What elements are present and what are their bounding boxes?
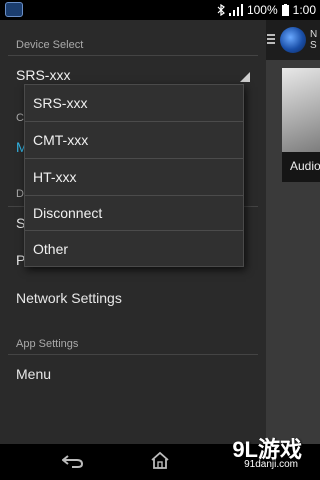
watermark-url: 91danji.com — [244, 459, 298, 470]
section-header-partial: C — [16, 112, 24, 124]
dropdown-option-cmt[interactable]: CMT-xxx — [25, 122, 243, 158]
main-content: N S Audio — [266, 20, 320, 444]
status-bar: 100% 1:00 — [0, 0, 320, 20]
dropdown-option-srs[interactable]: SRS-xxx — [25, 85, 243, 121]
battery-level: 100% — [246, 3, 278, 17]
app-settings-header: App Settings — [16, 338, 79, 350]
bluetooth-icon — [217, 4, 225, 16]
hamburger-icon[interactable] — [267, 32, 275, 46]
device-select-header: Device Select — [16, 39, 84, 51]
home-icon[interactable] — [150, 451, 170, 469]
dropdown-option-ht[interactable]: HT-xxx — [25, 159, 243, 195]
device-dropdown: SRS-xxx CMT-xxx HT-xxx Disconnect Other — [24, 84, 244, 267]
dropdown-option-other[interactable]: Other — [25, 231, 243, 267]
action-bar-title: N S — [310, 29, 318, 51]
dropdown-option-disconnect[interactable]: Disconnect — [25, 195, 243, 231]
section-header-partial-d: D — [16, 188, 24, 200]
clock: 1:00 — [292, 3, 316, 17]
network-settings-item[interactable]: Network Settings — [16, 290, 122, 306]
divider — [8, 354, 258, 355]
app-logo[interactable] — [280, 27, 306, 53]
content-tile-image[interactable] — [282, 68, 320, 152]
battery-icon — [281, 4, 289, 16]
divider — [8, 55, 258, 56]
signal-icon — [228, 4, 243, 16]
spinner-arrow-icon — [240, 72, 250, 82]
action-bar: N S — [266, 20, 320, 60]
content-tile-label: Audio — [282, 152, 320, 182]
device-spinner[interactable]: SRS-xxx — [16, 67, 70, 83]
status-indicators: 100% 1:00 — [217, 0, 316, 20]
menu-item[interactable]: Menu — [16, 366, 51, 382]
back-icon[interactable] — [62, 454, 84, 468]
app-notification-icon — [5, 2, 23, 17]
